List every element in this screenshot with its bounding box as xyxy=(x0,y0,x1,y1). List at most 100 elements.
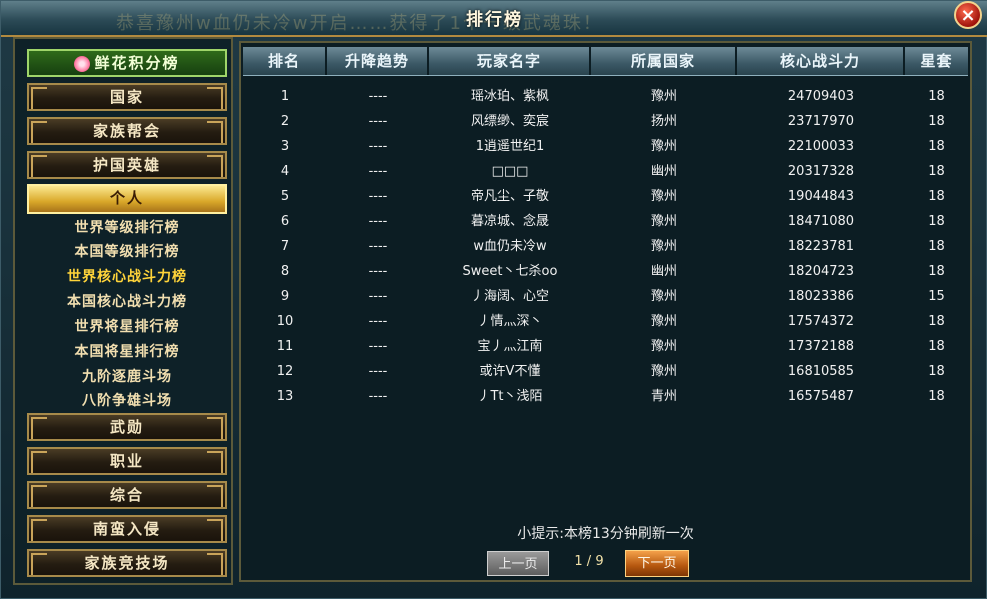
header-core-power[interactable]: 核心战斗力 xyxy=(737,47,905,75)
cell-trend: ---- xyxy=(368,339,388,354)
category-merit[interactable]: 武勋 xyxy=(27,413,227,441)
cell-country: 豫州 xyxy=(650,214,677,229)
ranking-table-panel: 排名 升降趋势 玩家名字 所属国家 核心战斗力 星套 1 ---- 瑶冰珀、紫枫 豫州… xyxy=(239,41,972,582)
category-profession[interactable]: 职业 xyxy=(27,447,227,475)
flower-score-button[interactable]: 鲜花积分榜 xyxy=(27,49,227,77)
cell-trend: ---- xyxy=(368,164,388,179)
cell-core-power: 23717970 xyxy=(787,114,855,129)
cell-player-name: Sweet丶七杀oo xyxy=(462,264,558,279)
table-row[interactable]: 12 ---- 或许V不懂 豫州 16810585 18 xyxy=(243,359,968,384)
title-bar: 恭喜豫州w血仍未冷w开启……获得了1个一级武魂珠！ 排行榜 × xyxy=(1,1,987,37)
cell-trend: ---- xyxy=(368,189,388,204)
category-country[interactable]: 国家 xyxy=(27,83,227,111)
prev-page-button[interactable]: 上一页 xyxy=(487,551,549,576)
table-row[interactable]: 9 ---- 丿海阔、心空 豫州 18023386 15 xyxy=(243,284,968,309)
cell-rank: 2 xyxy=(280,114,290,129)
sub-world-general-rank[interactable]: 世界将星排行榜 xyxy=(27,315,227,339)
window-title: 排行榜 xyxy=(466,10,523,30)
refresh-tip: 小提示:本榜13分钟刷新一次 xyxy=(517,526,694,542)
category-sidebar: 鲜花积分榜 国家 家族帮会 护国英雄 个人 世界等级排行榜 本国等级排行榜 世界… xyxy=(13,37,233,585)
table-row[interactable]: 6 ---- 暮凉城、念晟 豫州 18471080 18 xyxy=(243,209,968,234)
next-page-button[interactable]: 下一页 xyxy=(625,550,689,577)
cell-rank: 3 xyxy=(280,139,290,154)
category-barbarian-invasion[interactable]: 南蛮入侵 xyxy=(27,515,227,543)
cell-rank: 6 xyxy=(280,214,290,229)
cell-rank: 10 xyxy=(276,314,294,329)
ranking-rows: 1 ---- 瑶冰珀、紫枫 豫州 24709403 18 2 ---- 风缥缈、奕宸 扬州 2371… xyxy=(243,84,968,409)
cell-trend: ---- xyxy=(368,289,388,304)
table-row[interactable]: 11 ---- 宝丿灬江南 豫州 17372188 18 xyxy=(243,334,968,359)
header-trend[interactable]: 升降趋势 xyxy=(327,47,429,75)
header-star-set[interactable]: 星套 xyxy=(905,47,968,75)
table-row[interactable]: 10 ---- 丿情灬深丶 豫州 17574372 18 xyxy=(243,309,968,334)
cell-star-set: 18 xyxy=(928,89,945,104)
table-row[interactable]: 1 ---- 瑶冰珀、紫枫 豫州 24709403 18 xyxy=(243,84,968,109)
cell-star-set: 18 xyxy=(928,389,945,404)
cell-core-power: 19044843 xyxy=(787,189,855,204)
cell-core-power: 20317328 xyxy=(787,164,855,179)
cell-star-set: 18 xyxy=(928,214,945,229)
close-button[interactable]: × xyxy=(954,1,982,29)
cell-core-power: 24709403 xyxy=(787,89,855,104)
table-row[interactable]: 13 ---- 丿Tt丶浅陌 青州 16575487 18 xyxy=(243,384,968,409)
cell-country: 幽州 xyxy=(650,164,677,179)
table-row[interactable]: 4 ---- □□□ 幽州 20317328 18 xyxy=(243,159,968,184)
flower-icon xyxy=(74,55,91,72)
cell-country: 青州 xyxy=(650,389,677,404)
header-player-name[interactable]: 玩家名字 xyxy=(429,47,591,75)
cell-player-name: w血仍未冷w xyxy=(473,239,547,254)
table-row[interactable]: 5 ---- 帝凡尘、子敬 豫州 19044843 18 xyxy=(243,184,968,209)
cell-trend: ---- xyxy=(368,114,388,129)
cell-star-set: 18 xyxy=(928,339,945,354)
cell-trend: ---- xyxy=(368,89,388,104)
sub-world-power-rank[interactable]: 世界核心战斗力榜 xyxy=(27,265,227,289)
category-family-guild[interactable]: 家族帮会 xyxy=(27,117,227,145)
table-row[interactable]: 3 ---- 1逍遥世纪1 豫州 22100033 18 xyxy=(243,134,968,159)
sub-ninth-arena[interactable]: 九阶逐鹿斗场 xyxy=(27,365,227,389)
cell-rank: 12 xyxy=(276,364,294,379)
cell-country: 豫州 xyxy=(650,314,677,329)
cell-rank: 7 xyxy=(280,239,290,254)
cell-trend: ---- xyxy=(368,364,388,379)
category-overall[interactable]: 综合 xyxy=(27,481,227,509)
cell-country: 豫州 xyxy=(650,89,677,104)
cell-rank: 8 xyxy=(280,264,290,279)
cell-player-name: 瑶冰珀、紫枫 xyxy=(470,89,549,104)
table-row[interactable]: 8 ---- Sweet丶七杀oo 幽州 18204723 18 xyxy=(243,259,968,284)
cell-core-power: 17574372 xyxy=(787,314,855,329)
cell-star-set: 18 xyxy=(928,314,945,329)
category-hero[interactable]: 护国英雄 xyxy=(27,151,227,179)
sub-country-power-rank[interactable]: 本国核心战斗力榜 xyxy=(27,290,227,314)
category-family-arena[interactable]: 家族竞技场 xyxy=(27,549,227,577)
cell-core-power: 16810585 xyxy=(787,364,855,379)
header-country[interactable]: 所属国家 xyxy=(591,47,737,75)
cell-country: 豫州 xyxy=(650,189,677,204)
sub-eighth-arena[interactable]: 八阶争雄斗场 xyxy=(27,389,227,413)
category-label: 南蛮入侵 xyxy=(92,520,161,538)
cell-country: 豫州 xyxy=(650,239,677,254)
cell-trend: ---- xyxy=(368,139,388,154)
table-row[interactable]: 7 ---- w血仍未冷w 豫州 18223781 18 xyxy=(243,234,968,259)
cell-star-set: 18 xyxy=(928,364,945,379)
cell-core-power: 16575487 xyxy=(787,389,855,404)
cell-country: 豫州 xyxy=(650,364,677,379)
cell-player-name: 暮凉城、念晟 xyxy=(470,214,549,229)
cell-trend: ---- xyxy=(368,314,388,329)
cell-star-set: 18 xyxy=(928,239,945,254)
header-rank[interactable]: 排名 xyxy=(243,47,327,75)
category-label: 个人 xyxy=(109,189,144,207)
sub-country-level-rank[interactable]: 本国等级排行榜 xyxy=(27,240,227,264)
table-row[interactable]: 2 ---- 风缥缈、奕宸 扬州 23717970 18 xyxy=(243,109,968,134)
pagination: 上一页 1 / 9 下一页 xyxy=(487,549,787,579)
cell-country: 扬州 xyxy=(650,114,677,129)
cell-star-set: 15 xyxy=(928,289,945,304)
cell-core-power: 17372188 xyxy=(787,339,855,354)
category-personal[interactable]: 个人 xyxy=(27,184,227,214)
cell-rank: 5 xyxy=(280,189,290,204)
cell-star-set: 18 xyxy=(928,139,945,154)
sub-world-level-rank[interactable]: 世界等级排行榜 xyxy=(27,216,227,240)
cell-player-name: 丿Tt丶浅陌 xyxy=(477,389,543,404)
cell-trend: ---- xyxy=(368,389,388,404)
sub-country-general-rank[interactable]: 本国将星排行榜 xyxy=(27,340,227,364)
cell-country: 豫州 xyxy=(650,339,677,354)
